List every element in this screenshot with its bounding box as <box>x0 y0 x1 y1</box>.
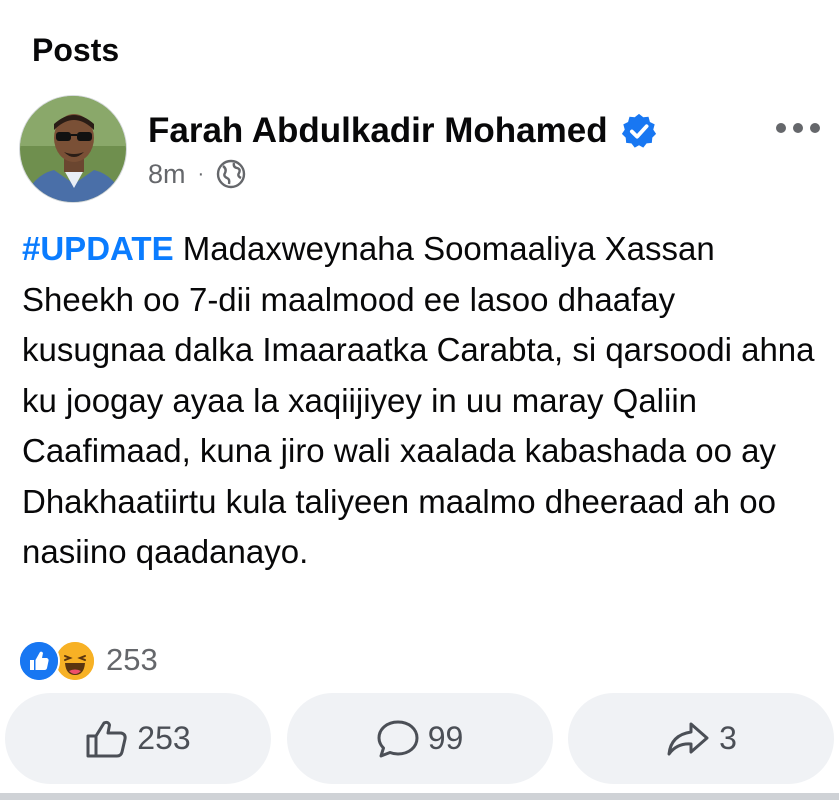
haha-reaction-icon <box>54 640 96 682</box>
post-meta: 8m · <box>148 156 246 192</box>
author-row: Farah Abdulkadir Mohamed <box>148 108 658 154</box>
share-arrow-icon <box>667 722 709 755</box>
thumbs-up-icon <box>86 720 127 757</box>
comment-count: 99 <box>427 720 464 756</box>
comment-bubble-icon <box>377 720 419 757</box>
action-bar: 253 99 3 <box>5 693 834 784</box>
meta-separator: · <box>197 162 205 185</box>
like-reaction-icon <box>18 640 60 682</box>
feed-divider <box>0 793 839 800</box>
author-name[interactable]: Farah Abdulkadir Mohamed <box>148 108 608 154</box>
share-button[interactable]: 3 <box>568 693 834 784</box>
avatar-photo <box>20 96 126 202</box>
post-time[interactable]: 8m <box>148 159 186 190</box>
hashtag-link[interactable]: #UPDATE <box>22 230 174 267</box>
more-options-button[interactable] <box>774 112 822 144</box>
post-body-text: Madaxweynaha Soomaaliya Xassan Sheekh oo… <box>22 230 815 570</box>
verified-badge-icon <box>620 112 658 150</box>
like-button[interactable]: 253 <box>5 693 271 784</box>
comment-button[interactable]: 99 <box>286 693 553 784</box>
reaction-icons <box>18 640 100 682</box>
avatar[interactable] <box>19 95 127 203</box>
like-count: 253 <box>137 720 191 756</box>
globe-icon <box>216 159 246 189</box>
reactions-summary[interactable]: 253 <box>18 640 158 682</box>
share-count: 3 <box>719 720 737 756</box>
section-title: Posts <box>32 32 120 68</box>
post-body: #UPDATE Madaxweynaha Soomaaliya Xassan S… <box>22 224 822 578</box>
more-dots-icon <box>776 123 820 133</box>
reaction-count: 253 <box>106 642 158 677</box>
